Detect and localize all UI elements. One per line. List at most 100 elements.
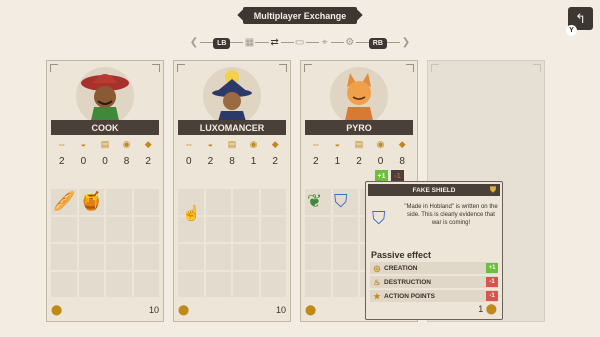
inventory-slot[interactable]	[106, 244, 132, 270]
inventory-slot[interactable]	[178, 271, 204, 297]
inventory-slot[interactable]	[233, 216, 259, 242]
inventory-slot[interactable]	[133, 271, 159, 297]
stat-value: 2	[145, 156, 151, 167]
stat-value: 2	[59, 156, 65, 167]
luxomancer-character-art	[212, 70, 252, 125]
inventory-slot[interactable]	[133, 244, 159, 270]
inventory-slot[interactable]	[106, 189, 132, 215]
inventory-slot[interactable]	[133, 216, 159, 242]
inventory-slot[interactable]	[78, 244, 104, 270]
gold-amount: 10	[148, 305, 159, 315]
effect-badge: -1	[486, 291, 498, 301]
stat-value: 0	[377, 156, 384, 167]
inventory-slot[interactable]	[305, 244, 331, 270]
gold-amount: 10	[275, 305, 286, 315]
exchange-icon[interactable]: ⇄	[268, 37, 281, 49]
inventory-slot[interactable]	[205, 189, 231, 215]
lb-button[interactable]: LB	[213, 37, 231, 49]
tooltip-title-bar: FAKE SHIELD ⛊	[368, 184, 500, 196]
corner-ornament	[177, 64, 185, 72]
effect-badge: +1	[486, 263, 498, 273]
stat-value: 0	[186, 156, 192, 167]
character-card-cook[interactable]: COOK ⇔ ◒ ▤ ◉ ◆ 2 0 0 8 2 🥖 🍯 ⬤ 10	[46, 60, 164, 322]
corner-ornament	[533, 64, 541, 72]
character-name: PYRO	[305, 120, 413, 135]
mask-icon: ◒	[207, 139, 214, 149]
inventory-slot[interactable]	[205, 244, 231, 270]
inventory-slot[interactable]	[205, 216, 231, 242]
inventory-slot[interactable]	[106, 216, 132, 242]
inventory-slot[interactable]	[233, 244, 259, 270]
inventory-slot[interactable]	[305, 216, 331, 242]
stat-values-row: 2 1 2 0 8	[305, 156, 413, 170]
star-icon: ★	[373, 291, 381, 301]
pyro-character-art	[344, 73, 374, 125]
inventory-slot[interactable]	[305, 271, 331, 297]
corner-ornament	[304, 64, 312, 72]
corner-ornament	[279, 64, 287, 72]
tooltip-gold: 1 ⬤	[478, 304, 497, 315]
stat-value: 2	[356, 156, 362, 167]
inventory-slot[interactable]	[260, 244, 286, 270]
inventory-slot[interactable]	[78, 271, 104, 297]
gold-bag-icon: ⬤	[305, 304, 317, 316]
inventory-slot[interactable]	[106, 271, 132, 297]
inventory-slot[interactable]	[51, 271, 77, 297]
mask-icon: ◒	[80, 139, 87, 149]
stat-icons-row: ⇔ ◒ ▤ ◉ ◆	[178, 139, 286, 153]
bread-icon[interactable]: 🥖	[53, 191, 75, 212]
scroll-icon: ▤	[227, 139, 237, 149]
inventory-slot[interactable]	[178, 244, 204, 270]
gold-bag-icon: ⬤	[178, 304, 190, 316]
inventory-slot[interactable]	[51, 216, 77, 242]
inventory-slot[interactable]	[78, 216, 104, 242]
inventory-icon[interactable]: ▦	[243, 37, 256, 49]
coin-icon: ◉	[249, 139, 258, 149]
stat-value: 2	[207, 156, 214, 167]
inventory-slot[interactable]	[233, 271, 259, 297]
fake-shield-icon[interactable]: ⛉	[334, 191, 348, 212]
scroll-icon: ▤	[100, 139, 110, 149]
inventory-slot[interactable]	[260, 189, 286, 215]
corner-ornament	[50, 64, 58, 72]
cook-character-art	[81, 74, 129, 125]
inventory-slot[interactable]	[233, 189, 259, 215]
character-card-luxomancer[interactable]: LUXOMANCER ⇔ ◒ ▤ ◉ ◆ 0 2 8 1 2 ☝ ⬤ 10	[173, 60, 291, 322]
inventory-slot[interactable]	[260, 216, 286, 242]
effect-row-destruction: ♨ DESTRUCTION -1	[370, 276, 498, 288]
inventory-slot[interactable]	[133, 189, 159, 215]
hand-cursor-icon: ☝	[182, 205, 201, 222]
stat-icons-row: ⇔ ◒ ▤ ◉ ◆	[51, 139, 159, 153]
fake-shield-icon: ⛉	[372, 208, 386, 228]
corner-ornament	[152, 64, 160, 72]
effect-badge: -1	[486, 277, 498, 287]
honey-pot-icon[interactable]: 🍯	[80, 191, 102, 212]
stat-values-row: 2 0 0 8 2	[51, 156, 159, 170]
location-icon[interactable]: ⌖	[318, 37, 331, 49]
inventory-slot[interactable]	[332, 244, 358, 270]
tooltip-title: FAKE SHIELD	[412, 186, 456, 194]
vine-icon[interactable]: ❦	[307, 191, 322, 212]
stat-icons-row: ⇔ ◒ ▤ ◉ ◆	[305, 139, 413, 153]
inventory-slot[interactable]	[332, 216, 358, 242]
gold-row: ⬤ 10	[51, 303, 159, 317]
inventory-slot[interactable]	[51, 244, 77, 270]
cook-portrait	[76, 67, 134, 125]
inventory-slot[interactable]	[332, 271, 358, 297]
drop-icon: ◆	[398, 139, 406, 149]
inventory-slot[interactable]	[205, 271, 231, 297]
inventory-slot[interactable]	[260, 271, 286, 297]
pyro-portrait	[330, 67, 388, 125]
gold-amount: 1	[478, 304, 484, 314]
item-tooltip: FAKE SHIELD ⛊ ⛉ "Made in Hobland" is wri…	[365, 181, 503, 320]
coin-icon: ◉	[376, 139, 385, 149]
scroll-icon[interactable]: ▭	[293, 37, 306, 49]
rb-button[interactable]: RB	[368, 37, 387, 49]
stat-value: 2	[313, 156, 319, 167]
mask-icon: ◒	[334, 139, 341, 149]
y-key-badge: Y	[566, 25, 577, 36]
effect-row-action-points: ★ ACTION POINTS -1	[370, 290, 498, 302]
gear-icon[interactable]: ⚙	[343, 37, 356, 49]
gold-bag-icon: ⬤	[485, 304, 497, 315]
drop-icon: ◆	[144, 139, 152, 149]
